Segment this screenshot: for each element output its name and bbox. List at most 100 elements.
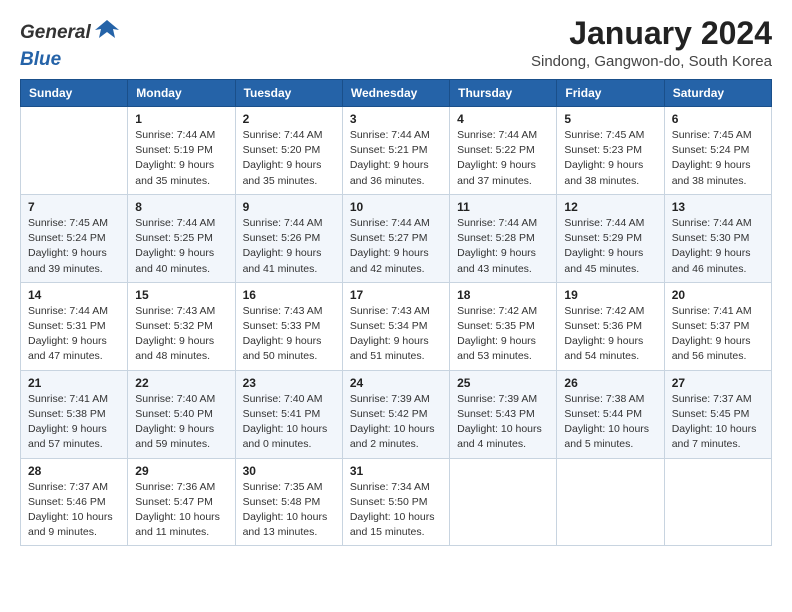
day-number: 9 <box>243 200 335 214</box>
daylight-text: Daylight: 9 hours and 41 minutes. <box>243 246 335 276</box>
sunrise-text: Sunrise: 7:44 AM <box>350 216 442 231</box>
sunrise-text: Sunrise: 7:43 AM <box>135 304 227 319</box>
calendar-cell: 26Sunrise: 7:38 AMSunset: 5:44 PMDayligh… <box>557 370 664 458</box>
sunset-text: Sunset: 5:25 PM <box>135 231 227 246</box>
sunrise-text: Sunrise: 7:45 AM <box>672 128 764 143</box>
sunset-text: Sunset: 5:45 PM <box>672 407 764 422</box>
daylight-text: Daylight: 9 hours and 39 minutes. <box>28 246 120 276</box>
daylight-text: Daylight: 10 hours and 0 minutes. <box>243 422 335 452</box>
sunset-text: Sunset: 5:27 PM <box>350 231 442 246</box>
sunset-text: Sunset: 5:48 PM <box>243 495 335 510</box>
calendar-cell <box>664 458 771 546</box>
day-number: 27 <box>672 376 764 390</box>
day-detail: Sunrise: 7:40 AMSunset: 5:41 PMDaylight:… <box>243 392 335 453</box>
sunrise-text: Sunrise: 7:44 AM <box>28 304 120 319</box>
calendar-cell: 9 Sunrise: 7:44 AMSunset: 5:26 PMDaylight… <box>235 194 342 282</box>
day-detail: Sunrise: 7:39 AMSunset: 5:43 PMDaylight:… <box>457 392 549 453</box>
sunset-text: Sunset: 5:34 PM <box>350 319 442 334</box>
day-number: 29 <box>135 464 227 478</box>
day-detail: Sunrise: 7:35 AMSunset: 5:48 PMDaylight:… <box>243 480 335 541</box>
day-detail: Sunrise: 7:45 AMSunset: 5:24 PMDaylight:… <box>672 128 764 189</box>
day-number: 8 <box>135 200 227 214</box>
day-number: 7 <box>28 200 120 214</box>
calendar-cell: 19 Sunrise: 7:42 AMSunset: 5:36 PMDayligh… <box>557 282 664 370</box>
day-detail: Sunrise: 7:44 AMSunset: 5:26 PMDaylight:… <box>243 216 335 277</box>
day-number: 22 <box>135 376 227 390</box>
sunset-text: Sunset: 5:36 PM <box>564 319 656 334</box>
sunset-text: Sunset: 5:50 PM <box>350 495 442 510</box>
day-number: 18 <box>457 288 549 302</box>
sunrise-text: Sunrise: 7:40 AM <box>243 392 335 407</box>
sunset-text: Sunset: 5:24 PM <box>672 143 764 158</box>
daylight-text: Daylight: 9 hours and 37 minutes. <box>457 158 549 188</box>
day-number: 4 <box>457 112 549 126</box>
day-number: 20 <box>672 288 764 302</box>
sunrise-text: Sunrise: 7:43 AM <box>243 304 335 319</box>
day-number: 23 <box>243 376 335 390</box>
sunrise-text: Sunrise: 7:42 AM <box>564 304 656 319</box>
day-number: 6 <box>672 112 764 126</box>
sunrise-text: Sunrise: 7:37 AM <box>28 480 120 495</box>
sunset-text: Sunset: 5:38 PM <box>28 407 120 422</box>
day-detail: Sunrise: 7:44 AMSunset: 5:29 PMDaylight:… <box>564 216 656 277</box>
day-number: 3 <box>350 112 442 126</box>
day-number: 24 <box>350 376 442 390</box>
calendar-cell: 28Sunrise: 7:37 AMSunset: 5:46 PMDayligh… <box>21 458 128 546</box>
sunset-text: Sunset: 5:30 PM <box>672 231 764 246</box>
calendar-cell: 15Sunrise: 7:43 AMSunset: 5:32 PMDayligh… <box>128 282 235 370</box>
sunset-text: Sunset: 5:31 PM <box>28 319 120 334</box>
main-title: January 2024 <box>531 16 772 51</box>
day-detail: Sunrise: 7:34 AMSunset: 5:50 PMDaylight:… <box>350 480 442 541</box>
calendar-cell: 14Sunrise: 7:44 AMSunset: 5:31 PMDayligh… <box>21 282 128 370</box>
daylight-text: Daylight: 9 hours and 35 minutes. <box>243 158 335 188</box>
calendar-cell: 4Sunrise: 7:44 AMSunset: 5:22 PMDaylight… <box>450 107 557 195</box>
daylight-text: Daylight: 10 hours and 4 minutes. <box>457 422 549 452</box>
sunset-text: Sunset: 5:32 PM <box>135 319 227 334</box>
day-number: 21 <box>28 376 120 390</box>
calendar-table: SundayMondayTuesdayWednesdayThursdayFrid… <box>20 79 772 546</box>
day-number: 5 <box>564 112 656 126</box>
sunrise-text: Sunrise: 7:45 AM <box>28 216 120 231</box>
sunrise-text: Sunrise: 7:40 AM <box>135 392 227 407</box>
sunrise-text: Sunrise: 7:35 AM <box>243 480 335 495</box>
sunset-text: Sunset: 5:42 PM <box>350 407 442 422</box>
sunrise-text: Sunrise: 7:43 AM <box>350 304 442 319</box>
calendar-cell: 11Sunrise: 7:44 AMSunset: 5:28 PMDayligh… <box>450 194 557 282</box>
day-detail: Sunrise: 7:40 AMSunset: 5:40 PMDaylight:… <box>135 392 227 453</box>
day-number: 17 <box>350 288 442 302</box>
sunset-text: Sunset: 5:40 PM <box>135 407 227 422</box>
sunrise-text: Sunrise: 7:38 AM <box>564 392 656 407</box>
day-detail: Sunrise: 7:37 AMSunset: 5:45 PMDaylight:… <box>672 392 764 453</box>
day-number: 19 <box>564 288 656 302</box>
calendar-cell <box>557 458 664 546</box>
calendar-cell: 13Sunrise: 7:44 AMSunset: 5:30 PMDayligh… <box>664 194 771 282</box>
sunrise-text: Sunrise: 7:41 AM <box>28 392 120 407</box>
calendar-cell: 12Sunrise: 7:44 AMSunset: 5:29 PMDayligh… <box>557 194 664 282</box>
weekday-header-saturday: Saturday <box>664 80 771 107</box>
day-detail: Sunrise: 7:44 AMSunset: 5:20 PMDaylight:… <box>243 128 335 189</box>
sunset-text: Sunset: 5:19 PM <box>135 143 227 158</box>
calendar-cell: 1 Sunrise: 7:44 AMSunset: 5:19 PMDaylight… <box>128 107 235 195</box>
day-detail: Sunrise: 7:44 AMSunset: 5:19 PMDaylight:… <box>135 128 227 189</box>
day-number: 11 <box>457 200 549 214</box>
daylight-text: Daylight: 9 hours and 46 minutes. <box>672 246 764 276</box>
header: General Blue January 2024 Sindong, Gangw… <box>20 16 772 71</box>
weekday-header-thursday: Thursday <box>450 80 557 107</box>
daylight-text: Daylight: 9 hours and 45 minutes. <box>564 246 656 276</box>
sunset-text: Sunset: 5:46 PM <box>28 495 120 510</box>
sunrise-text: Sunrise: 7:44 AM <box>457 128 549 143</box>
day-detail: Sunrise: 7:42 AMSunset: 5:36 PMDaylight:… <box>564 304 656 365</box>
daylight-text: Daylight: 10 hours and 7 minutes. <box>672 422 764 452</box>
sunset-text: Sunset: 5:23 PM <box>564 143 656 158</box>
sunset-text: Sunset: 5:21 PM <box>350 143 442 158</box>
day-detail: Sunrise: 7:44 AMSunset: 5:21 PMDaylight:… <box>350 128 442 189</box>
daylight-text: Daylight: 10 hours and 9 minutes. <box>28 510 120 540</box>
calendar-cell: 7Sunrise: 7:45 AMSunset: 5:24 PMDaylight… <box>21 194 128 282</box>
sunrise-text: Sunrise: 7:44 AM <box>135 128 227 143</box>
day-detail: Sunrise: 7:38 AMSunset: 5:44 PMDaylight:… <box>564 392 656 453</box>
day-number: 16 <box>243 288 335 302</box>
sunrise-text: Sunrise: 7:39 AM <box>457 392 549 407</box>
day-number: 1 <box>135 112 227 126</box>
sunrise-text: Sunrise: 7:39 AM <box>350 392 442 407</box>
day-detail: Sunrise: 7:39 AMSunset: 5:42 PMDaylight:… <box>350 392 442 453</box>
